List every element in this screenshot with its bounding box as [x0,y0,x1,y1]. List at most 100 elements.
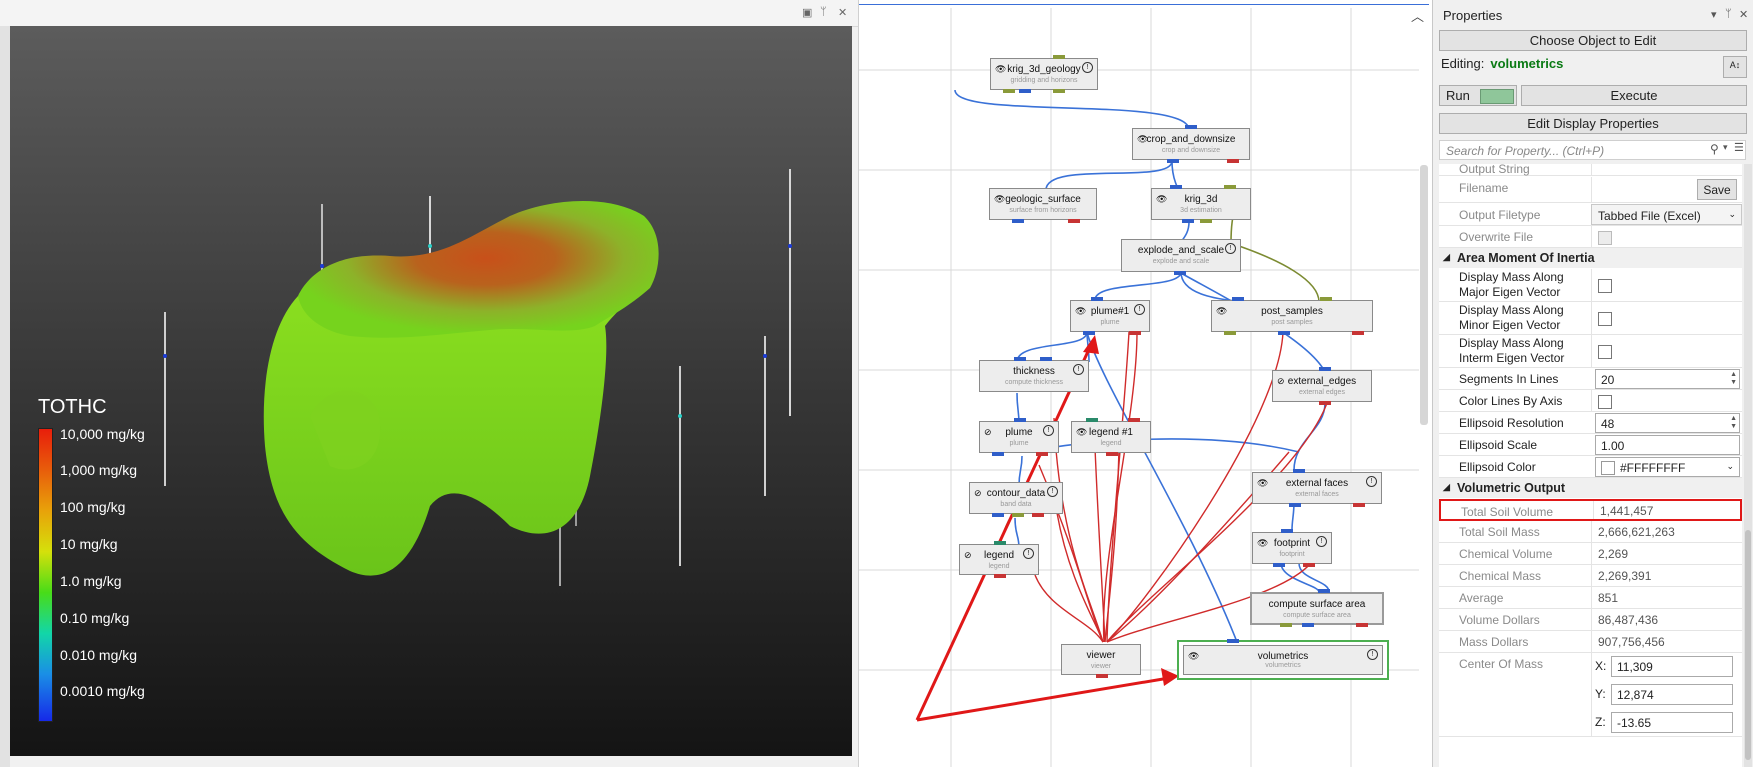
section-area-moment-of-inertia[interactable]: ◢ Area Moment Of Inertia [1439,248,1742,268]
node-plume-1[interactable]: 👁 plume#1 plume ! [1070,297,1150,335]
node-krig-3d-geology[interactable]: 👁 krig_3d_geology gridding and horizons … [990,55,1098,93]
info-icon[interactable]: ! [1047,486,1058,497]
property-search-input[interactable]: Search for Property... (Ctrl+P) [1439,140,1746,160]
node-contour-data[interactable]: ⊘ contour_data band data ! [969,482,1063,517]
node-legend[interactable]: ⊘ legend legend ! [959,541,1039,578]
node-viewer[interactable]: viewer viewer [1061,644,1141,678]
stepper-arrows-icon[interactable]: ▲ ▼ [1730,415,1737,431]
property-grid[interactable]: Output String Filename Save Output Filet… [1439,164,1742,767]
center-y-input[interactable]: 12,874 [1611,684,1733,705]
input-port[interactable] [1320,297,1332,301]
node-volumetrics-selected[interactable]: 👁 volumetrics volumetrics ! [1177,639,1389,680]
info-icon[interactable]: ! [1134,304,1145,315]
pin-icon[interactable]: ᛘ [820,6,827,18]
segments-stepper[interactable]: 20 ▲ ▼ [1595,369,1740,389]
ellipsoid-resolution-stepper[interactable]: 48 ▲ ▼ [1595,413,1740,433]
edit-display-properties-button[interactable]: Edit Display Properties [1439,113,1747,134]
list-icon[interactable]: ☰ [1734,141,1744,154]
run-swatch[interactable] [1480,89,1514,104]
output-port[interactable] [1053,89,1065,93]
output-port[interactable] [1227,159,1239,163]
close-icon[interactable]: ✕ [1739,8,1748,21]
input-port[interactable] [1224,185,1236,189]
output-port[interactable] [1174,271,1186,275]
node-geologic-surface[interactable]: 👁 geologic_surface surface from horizons [989,188,1097,223]
input-port[interactable] [1091,297,1103,301]
info-icon[interactable]: ! [1367,649,1378,660]
section-volumetric-output[interactable]: ◢ Volumetric Output [1439,478,1742,498]
node-external-faces[interactable]: 👁 external faces external faces ! [1252,469,1382,507]
output-port[interactable] [1319,401,1331,405]
3d-viewport[interactable]: TOTHC 10,000 mg/kg 1,000 mg/kg 100 mg/kg… [10,26,852,756]
input-port[interactable] [1040,357,1052,361]
output-port[interactable] [992,513,1004,517]
node-footprint[interactable]: 👁 footprint footprint ! [1252,529,1332,567]
output-port[interactable] [1278,331,1290,335]
center-z-input[interactable]: -13.65 [1611,712,1733,733]
display-minor-checkbox[interactable] [1598,312,1612,326]
input-port[interactable] [1318,589,1330,593]
info-icon[interactable]: ! [1023,548,1034,559]
save-button[interactable]: Save [1697,179,1737,200]
close-icon[interactable]: ✕ [838,6,847,19]
output-port[interactable] [1352,331,1364,335]
run-toggle[interactable]: Run [1439,85,1517,106]
application-network-panel[interactable]: ︿ 👁 krig_3d_geology gridding and horizon… [858,0,1432,767]
output-port[interactable] [1019,89,1031,93]
stepper-arrows-icon[interactable]: ▲ ▼ [1730,371,1737,387]
output-port[interactable] [1096,674,1108,678]
overwrite-file-checkbox[interactable] [1598,231,1612,245]
output-port[interactable] [1167,159,1179,163]
output-port[interactable] [1200,219,1212,223]
output-port[interactable] [1224,331,1236,335]
color-lines-checkbox[interactable] [1598,395,1612,409]
chevron-down-icon[interactable]: ▾ [1723,142,1728,153]
node-thickness[interactable]: thickness compute thickness ! [979,357,1089,392]
node-crop-and-downsize[interactable]: 👁 crop_and_downsize crop and downsize [1132,125,1250,163]
input-port[interactable] [1293,469,1305,473]
output-port[interactable] [1106,452,1118,456]
node-plume[interactable]: ⊘ plume plume ! [979,418,1059,456]
node-krig-3d[interactable]: 👁 krig_3d 3d estimation [1151,185,1251,223]
output-port[interactable] [1353,503,1365,507]
output-port[interactable] [1280,623,1292,627]
input-port[interactable] [1227,639,1239,643]
properties-scrollbar-thumb[interactable] [1745,530,1751,760]
output-port[interactable] [1129,331,1141,335]
window-menu-icon[interactable]: ▾ [1711,8,1717,21]
input-port[interactable] [1185,125,1197,129]
color-swatch[interactable] [1601,461,1615,475]
ellipsoid-color-picker[interactable]: #FFFFFFFF ⌄ [1595,457,1740,477]
input-port[interactable] [1128,418,1140,422]
node-external-edges[interactable]: ⊘ external_edges external edges [1272,367,1372,405]
collapse-arrow-icon[interactable]: ◢ [1443,482,1450,493]
info-icon[interactable]: ! [1073,364,1084,375]
info-icon[interactable]: ! [1225,243,1236,254]
node-compute-surface-area[interactable]: compute surface area compute surface are… [1250,589,1384,627]
output-port[interactable] [1303,563,1315,567]
input-port[interactable] [1281,529,1293,533]
input-port[interactable] [1053,55,1065,59]
output-port[interactable] [1182,219,1194,223]
info-icon[interactable]: ! [1043,425,1054,436]
info-icon[interactable]: ! [1082,62,1093,73]
node-post-samples[interactable]: 👁 post_samples post samples [1211,297,1373,335]
search-icon[interactable]: ⚲ [1710,142,1719,156]
output-port[interactable] [1083,331,1095,335]
sort-icon[interactable]: A↕ [1723,56,1747,78]
execute-button[interactable]: Execute [1521,85,1747,106]
display-major-checkbox[interactable] [1598,279,1612,293]
output-port[interactable] [1356,623,1368,627]
output-port[interactable] [1302,623,1314,627]
graph-vertical-scrollbar[interactable] [1420,165,1428,425]
input-port[interactable] [1232,297,1244,301]
output-port[interactable] [1068,219,1080,223]
prop-value[interactable] [1591,164,1742,175]
output-port[interactable] [1012,219,1024,223]
output-port[interactable] [1032,513,1044,517]
window-menu-icon[interactable]: ▣ [802,6,812,19]
input-port[interactable] [1014,357,1026,361]
ellipsoid-scale-input[interactable]: 1.00 [1595,435,1740,455]
output-port[interactable] [1003,89,1015,93]
output-port[interactable] [992,452,1004,456]
